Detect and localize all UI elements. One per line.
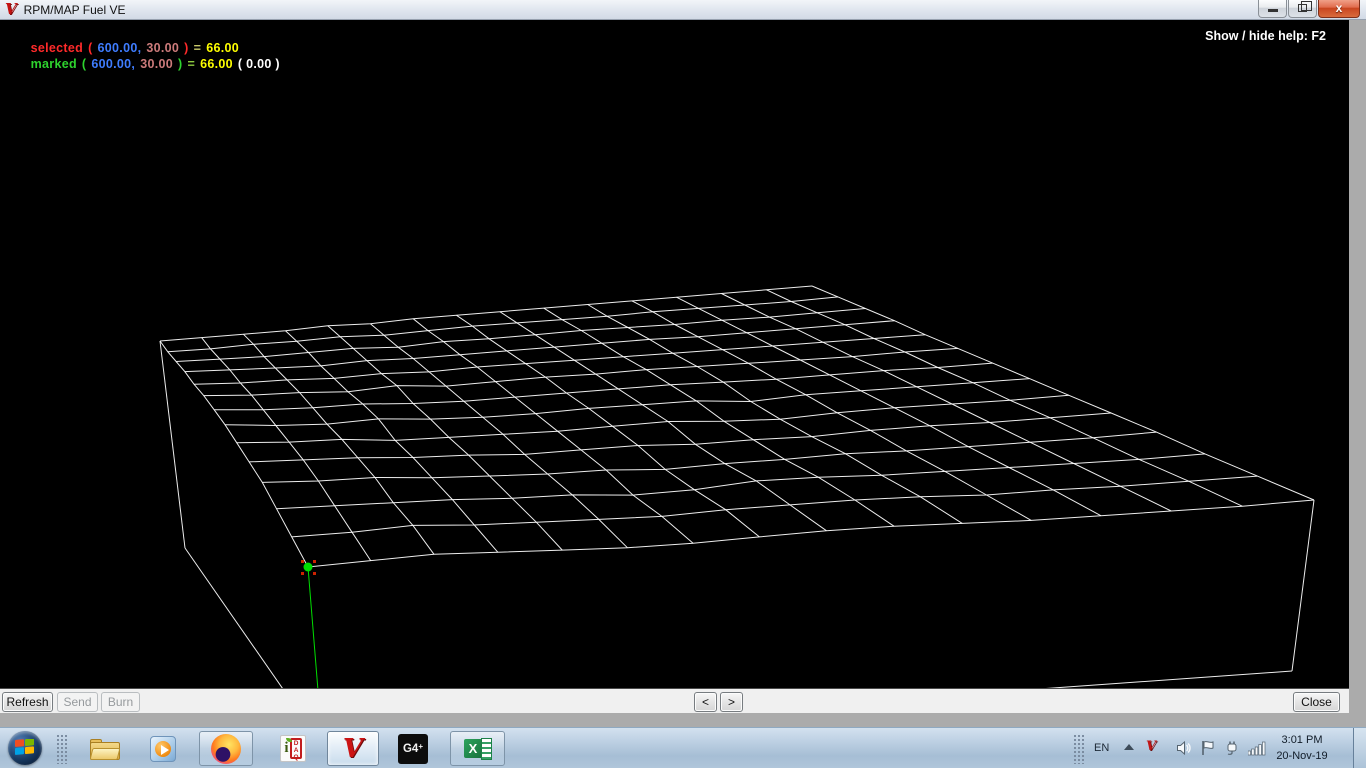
action-center-tray-icon[interactable] [1200,740,1217,761]
minimize-icon [1268,9,1278,12]
marked-readout: marked (600.00, 30.00) = 66.00 ( 0.00 ) [8,43,285,85]
selected-cell-marker [301,560,322,688]
taskbar-vems-active[interactable]: V [327,731,379,766]
vems-tray-icon[interactable]: V [1146,739,1156,754]
power-plug-icon [1224,740,1241,756]
wireframe-mesh [160,286,1314,567]
paren: ) [178,57,182,71]
excel-icon: X [464,738,492,760]
burn-button[interactable]: Burn [101,692,140,712]
marked-map: 30.00 [140,57,173,71]
power-tray-icon[interactable] [1224,740,1241,761]
window-title: RPM/MAP Fuel VE [24,3,126,17]
window-titlebar: V RPM/MAP Fuel VE x [0,0,1366,20]
equals: = [187,57,195,71]
close-button[interactable]: Close [1293,692,1340,712]
taskbar-media-player[interactable] [147,731,179,766]
window-frame-bottom [0,713,1366,727]
bounding-box-edges [160,341,1314,688]
media-player-icon [150,736,176,762]
show-hidden-icons-button[interactable] [1124,744,1134,750]
taskbar-idaq[interactable]: i DAQ [277,731,309,766]
restore-icon [1298,4,1307,12]
minimize-button[interactable] [1258,0,1287,18]
ve-surface-plot[interactable] [0,20,1349,688]
clock-time: 3:01 PM [1266,732,1338,748]
volume-tray-icon[interactable] [1176,740,1192,761]
windows-logo-icon [15,739,35,757]
paren: ( [82,57,86,71]
desktop: V RPM/MAP Fuel VE x selected(600.00,30.0… [0,0,1366,768]
vems-icon: V [343,736,363,762]
refresh-button[interactable]: Refresh [2,692,53,712]
taskbar-firefox[interactable] [199,731,253,766]
window-frame-right [1349,20,1366,713]
prev-table-button[interactable]: < [694,692,717,712]
folder-icon [90,738,120,760]
idaq-icon: i DAQ [280,735,306,762]
taskbar: i DAQ V G4+ X EN V [0,727,1366,768]
show-desktop-button[interactable] [1353,728,1366,768]
marked-label: marked [31,57,77,71]
taskbar-clock[interactable]: 3:01 PM 20-Nov-19 [1266,732,1338,764]
start-button[interactable] [8,731,42,765]
marked-delta: ( 0.00 ) [238,57,280,71]
ve-3d-view[interactable]: selected(600.00,30.00)=66.00 marked(600.… [0,20,1349,688]
app-icon: V [5,2,17,17]
send-button[interactable]: Send [57,692,98,712]
tray-grip[interactable] [1073,734,1084,764]
firefox-icon [211,734,241,764]
marked-value: 66.00 [200,57,233,71]
clock-date: 20-Nov-19 [1266,748,1338,764]
speaker-icon [1176,740,1192,756]
signal-bars-icon [1248,740,1266,756]
marked-rpm: 600.00, [91,57,135,71]
taskbar-grip[interactable] [56,734,67,764]
close-window-button[interactable]: x [1318,0,1360,18]
bottom-toolbar: Refresh Send Burn < > Close [0,688,1349,713]
taskbar-file-explorer[interactable] [88,731,122,766]
chevron-up-icon [1124,744,1134,750]
language-indicator[interactable]: EN [1094,742,1109,754]
help-hint: Show / hide help: F2 [1205,29,1326,43]
flag-icon [1200,740,1217,756]
maximize-button[interactable] [1288,0,1317,18]
g4plus-icon: G4+ [398,734,428,764]
taskbar-g4plus[interactable]: G4+ [396,731,430,766]
taskbar-excel[interactable]: X [450,731,505,766]
network-tray-icon[interactable] [1248,740,1266,761]
close-icon: x [1319,1,1359,15]
next-table-button[interactable]: > [720,692,743,712]
